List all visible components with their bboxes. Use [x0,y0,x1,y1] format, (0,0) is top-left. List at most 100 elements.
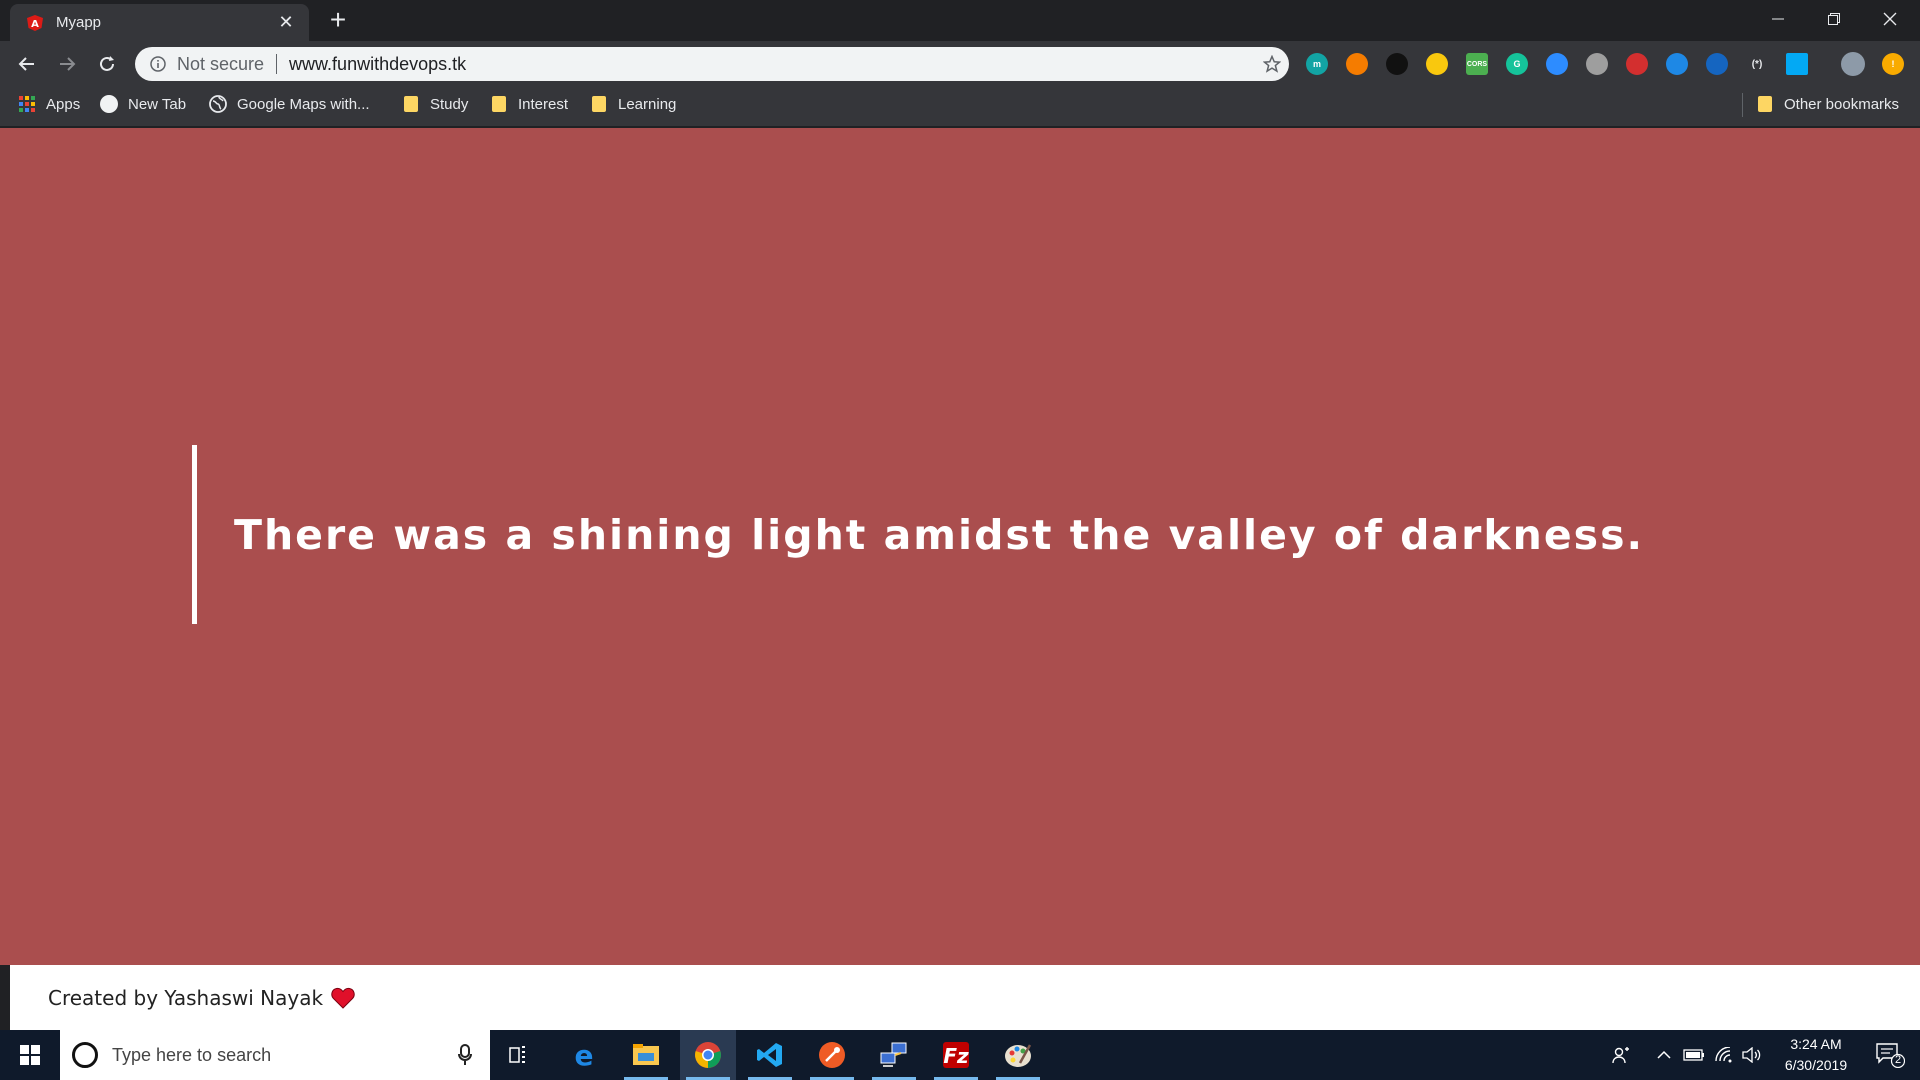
bookmark-label: Google Maps with... [237,95,370,113]
info-icon[interactable] [149,55,167,73]
arrow-right-icon [60,57,76,71]
back-button[interactable] [11,48,43,80]
svg-text:A: A [31,19,39,30]
quote-text: There was a shining light amidst the val… [234,510,1645,559]
tab-myapp[interactable]: A Myapp ✕ [10,4,309,41]
zoom-icon[interactable] [1546,53,1568,75]
bookmark-apps[interactable]: Apps [18,87,80,121]
folder-icon [1756,95,1774,113]
paint-taskbar-button[interactable] [990,1030,1046,1080]
reload-button[interactable] [91,48,123,80]
owl-extension-icon[interactable] [1586,53,1608,75]
file-explorer-taskbar-button[interactable] [618,1030,674,1080]
brackets-extension-icon[interactable]: (*) [1746,53,1768,75]
vscode-icon [757,1043,782,1067]
battery-tray-button[interactable] [1680,1030,1708,1080]
red-extension-icon[interactable] [1626,53,1648,75]
vscode-taskbar-button[interactable] [742,1030,798,1080]
bookmark-folder-other[interactable]: Other bookmarks [1756,87,1899,121]
search-placeholder: Type here to search [112,1044,272,1065]
wifi-tray-button[interactable] [1710,1030,1738,1080]
heart-icon [331,987,355,1009]
edge-taskbar-button[interactable]: e [556,1030,612,1080]
task-view-icon [509,1046,525,1063]
close-window-button[interactable] [1862,0,1918,38]
minimize-button[interactable] [1750,0,1806,38]
address-bar[interactable]: Not secure www.funwithdevops.tk [135,47,1289,81]
notification-count: 2 [1894,1054,1902,1066]
people-tray-button[interactable] [1606,1030,1636,1080]
show-hidden-icons-button[interactable] [1652,1030,1676,1080]
update-alert-icon[interactable]: ! [1882,53,1904,75]
bookmark-label: Study [430,95,469,113]
bookmark-label: New Tab [128,95,187,113]
bookmark-folder-interest[interactable]: Interest [490,87,568,121]
svg-text:Fz: Fz [943,1044,969,1068]
bookmark-google-maps[interactable]: Google Maps with... [209,87,370,121]
chrome-icon [695,1042,721,1068]
profile-avatar[interactable] [1841,52,1865,76]
postman-icon [819,1042,845,1068]
bookmark-label: Apps [46,95,81,113]
bookmark-folder-study[interactable]: Study [402,87,468,121]
start-button[interactable] [0,1030,60,1080]
restore-button[interactable] [1806,0,1862,38]
m-extension-icon[interactable]: m [1306,53,1328,75]
apps-grid-icon [18,95,36,113]
chevron-up-icon [1657,1050,1671,1059]
url-text[interactable]: www.funwithdevops.tk [289,54,1255,75]
microphone-icon[interactable] [450,1044,480,1066]
bookmark-new-tab[interactable]: New Tab [100,87,186,121]
system-clock[interactable]: 3:24 AM 6/30/2019 [1768,1034,1864,1076]
clock-time: 3:24 AM [1790,1036,1842,1052]
minimize-icon [1772,18,1784,20]
restore-icon [1828,13,1840,25]
new-tab-button[interactable]: + [324,6,352,34]
wifi-icon [1715,1047,1732,1063]
bookmark-folder-learning[interactable]: Learning [590,87,676,121]
globe-white-icon [100,95,118,113]
network-tool-taskbar-button[interactable] [866,1030,922,1080]
quote-block: There was a shining light amidst the val… [192,445,1644,624]
fire-extension-icon[interactable] [1346,53,1368,75]
windows-extension-icon[interactable] [1786,53,1808,75]
windows-logo-icon [20,1045,40,1065]
people-icon [1612,1047,1629,1064]
reload-icon [100,56,114,71]
separator [276,54,278,74]
volume-tray-button[interactable] [1738,1030,1766,1080]
cors-extension-icon[interactable]: CORS [1466,53,1488,75]
grammarly-icon[interactable]: G [1506,53,1528,75]
task-view-button[interactable] [492,1030,548,1080]
close-tab-icon[interactable]: ✕ [275,12,297,34]
edge-icon: e [575,1041,594,1069]
yellow-c-extension-icon[interactable] [1426,53,1448,75]
close-icon [1883,12,1897,26]
action-center-button[interactable]: 2 [1866,1030,1914,1080]
bookmark-separator [1742,93,1743,117]
speaker-icon [1742,1047,1761,1063]
filezilla-taskbar-button[interactable]: Fz [928,1030,984,1080]
page-body: There was a shining light amidst the val… [0,128,1920,965]
page-footer: Created by Yashaswi Nayak [10,965,1920,1030]
blue-puzzle-extension-icon[interactable] [1666,53,1688,75]
chrome-taskbar-button[interactable] [680,1030,736,1080]
dark-ring-extension-icon[interactable] [1386,53,1408,75]
folder-icon [402,95,420,113]
filezilla-icon: Fz [943,1042,969,1068]
postman-taskbar-button[interactable] [804,1030,860,1080]
cortana-icon [72,1042,98,1068]
forward-button[interactable] [51,48,83,80]
network-computers-icon [880,1042,907,1067]
windows-taskbar: Type here to search e Fz 3:24 AM 6/30/20… [0,1030,1920,1080]
security-label[interactable]: Not secure [177,54,264,75]
tab-strip: A Myapp ✕ + [0,0,1920,41]
folder-icon [590,95,608,113]
blue-square-extension-icon[interactable] [1706,53,1728,75]
angular-icon: A [26,14,44,32]
taskbar-search[interactable]: Type here to search [60,1030,490,1080]
bookmark-star-icon[interactable] [1255,47,1289,81]
tab-title: Myapp [56,14,102,31]
bookmark-label: Learning [618,95,677,113]
folder-explorer-icon [633,1044,659,1065]
